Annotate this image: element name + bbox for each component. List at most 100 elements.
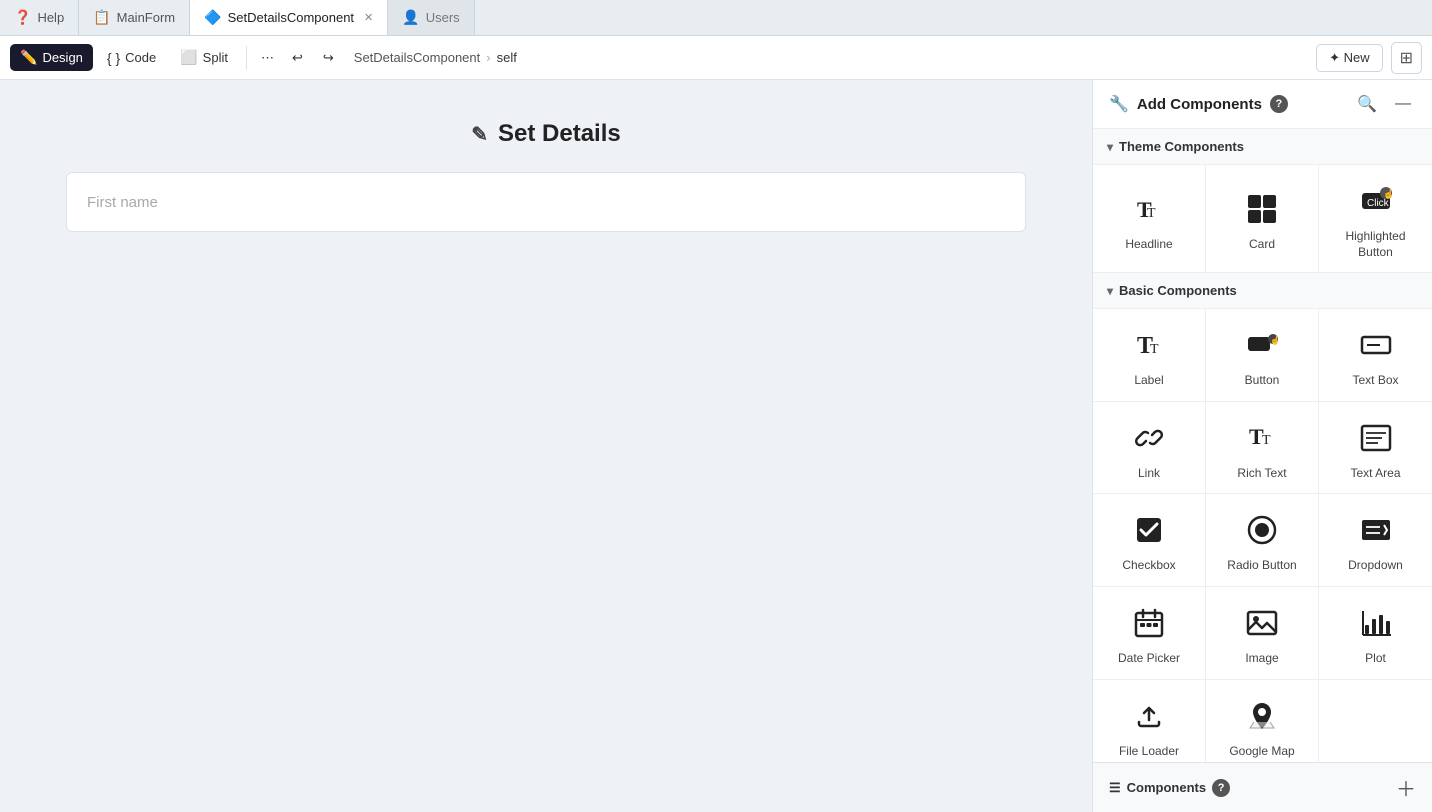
component-highlighted-button[interactable]: Click ☝ Highlighted Button [1319, 165, 1432, 273]
component-card[interactable]: Card [1206, 165, 1319, 273]
svg-text:☝: ☝ [1383, 188, 1392, 200]
button-label: Button [1245, 373, 1280, 389]
panel-header-title-group: 🔧 Add Components ? [1109, 94, 1288, 114]
layout-toggle-icon: ⊞ [1400, 50, 1413, 67]
file-loader-label: File Loader [1119, 744, 1179, 760]
canvas: ✎ Set Details First name [0, 80, 1092, 812]
theme-chevron-icon: ▾ [1107, 140, 1113, 154]
component-label[interactable]: T T Label [1093, 309, 1206, 402]
radio-button-icon [1242, 510, 1282, 550]
tab-setdetails-close[interactable]: ✕ [364, 11, 373, 24]
basic-section-label: Basic Components [1119, 283, 1237, 298]
rich-text-icon: T T [1242, 418, 1282, 458]
dropdown-label: Dropdown [1348, 558, 1403, 574]
component-image[interactable]: Image [1206, 587, 1319, 680]
tab-bar: ❓ Help 📋 MainForm 🔷 SetDetailsComponent … [0, 0, 1432, 36]
card-icon [1242, 189, 1282, 229]
plot-label: Plot [1365, 651, 1386, 667]
breadcrumb-current: self [497, 50, 517, 65]
list-icon: ☰ [1109, 780, 1121, 796]
basic-chevron-icon: ▾ [1107, 284, 1113, 298]
component-dropdown[interactable]: Dropdown [1319, 494, 1432, 587]
bottom-panel-title: ☰ Components ? [1109, 779, 1230, 797]
text-box-icon [1356, 325, 1396, 365]
component-plot[interactable]: Plot [1319, 587, 1432, 680]
tab-mainform[interactable]: 📋 MainForm [79, 0, 190, 35]
component-file-loader[interactable]: File Loader [1093, 680, 1206, 762]
panel-title: Add Components [1137, 96, 1262, 113]
text-area-icon [1356, 418, 1396, 458]
form-field-firstname[interactable]: First name [66, 172, 1026, 232]
form-field-placeholder: First name [87, 194, 158, 211]
bottom-help-icon[interactable]: ? [1212, 779, 1230, 797]
bottom-panel-label: Components [1127, 780, 1206, 795]
file-loader-icon [1129, 696, 1169, 736]
split-label: Split [203, 50, 228, 65]
wrench-icon: 🔧 [1109, 94, 1129, 114]
link-icon [1129, 418, 1169, 458]
plot-icon [1356, 603, 1396, 643]
setdetails-tab-icon: 🔷 [204, 9, 221, 26]
edit-icon: ✎ [471, 122, 488, 147]
theme-components-grid: T T Headline [1093, 165, 1432, 273]
toolbar: ✏️ Design { } Code ⬜ Split ⋯ ↩ ↪ SetDeta… [0, 36, 1432, 80]
component-date-picker[interactable]: Date Picker [1093, 587, 1206, 680]
toolbar-right: ✦ New ⊞ [1316, 42, 1422, 74]
svg-text:Click: Click [1367, 198, 1390, 209]
canvas-title-text: Set Details [498, 120, 621, 148]
new-button-label: ✦ New [1329, 50, 1370, 66]
toolbar-divider-1 [246, 46, 247, 70]
component-text-box[interactable]: Text Box [1319, 309, 1432, 402]
link-label: Link [1138, 466, 1160, 482]
component-headline[interactable]: T T Headline [1093, 165, 1206, 273]
svg-text:T: T [1147, 206, 1156, 221]
component-radio-button[interactable]: Radio Button [1206, 494, 1319, 587]
component-button[interactable]: ☝ Button [1206, 309, 1319, 402]
checkbox-icon [1129, 510, 1169, 550]
redo-button[interactable]: ↪ [315, 45, 342, 71]
component-text-area[interactable]: Text Area [1319, 402, 1432, 495]
image-icon [1242, 603, 1282, 643]
theme-components-section[interactable]: ▾ Theme Components [1093, 129, 1432, 165]
layout-toggle-button[interactable]: ⊞ [1391, 42, 1422, 74]
design-button[interactable]: ✏️ Design [10, 44, 93, 71]
google-map-icon [1242, 696, 1282, 736]
checkbox-label: Checkbox [1122, 558, 1175, 574]
basic-components-section[interactable]: ▾ Basic Components [1093, 273, 1432, 309]
panel-body: ▾ Theme Components T T Headline [1093, 129, 1432, 762]
highlighted-button-icon: Click ☝ [1356, 181, 1396, 221]
text-area-label: Text Area [1350, 466, 1400, 482]
tab-setdetails-label: SetDetailsComponent [228, 10, 354, 25]
search-button[interactable]: 🔍 [1352, 92, 1382, 116]
headline-label: Headline [1125, 237, 1172, 253]
collapse-button[interactable]: — [1390, 93, 1416, 115]
date-picker-icon [1129, 603, 1169, 643]
component-link[interactable]: Link [1093, 402, 1206, 495]
tab-setdetails[interactable]: 🔷 SetDetailsComponent ✕ [190, 0, 388, 35]
breadcrumb-root: SetDetailsComponent [354, 50, 480, 65]
canvas-title: ✎ Set Details [471, 120, 620, 148]
code-icon: { } [107, 50, 120, 66]
panel-help-icon[interactable]: ? [1270, 95, 1288, 113]
svg-text:☝: ☝ [1270, 335, 1278, 345]
svg-text:T: T [1150, 342, 1159, 357]
rich-text-label: Rich Text [1237, 466, 1286, 482]
add-component-button[interactable]: ＋ [1396, 773, 1416, 802]
tab-help[interactable]: ❓ Help [0, 0, 79, 35]
basic-components-grid: T T Label ☝ Button [1093, 309, 1432, 762]
code-button[interactable]: { } Code [97, 45, 166, 71]
main-area: ✎ Set Details First name 🔧 Add Component… [0, 80, 1432, 812]
theme-section-label: Theme Components [1119, 139, 1244, 154]
component-google-map[interactable]: Google Map [1206, 680, 1319, 762]
component-checkbox[interactable]: Checkbox [1093, 494, 1206, 587]
panel-header-actions: 🔍 — [1352, 92, 1416, 116]
new-button[interactable]: ✦ New [1316, 44, 1383, 72]
split-button[interactable]: ⬜ Split [170, 44, 238, 71]
component-rich-text[interactable]: T T Rich Text [1206, 402, 1319, 495]
dropdown-icon [1356, 510, 1396, 550]
more-options-button[interactable]: ⋯ [255, 45, 280, 71]
undo-button[interactable]: ↩ [284, 45, 311, 71]
headline-icon: T T [1129, 189, 1169, 229]
tab-users[interactable]: 👤 Users [388, 0, 474, 35]
image-label: Image [1245, 651, 1278, 667]
